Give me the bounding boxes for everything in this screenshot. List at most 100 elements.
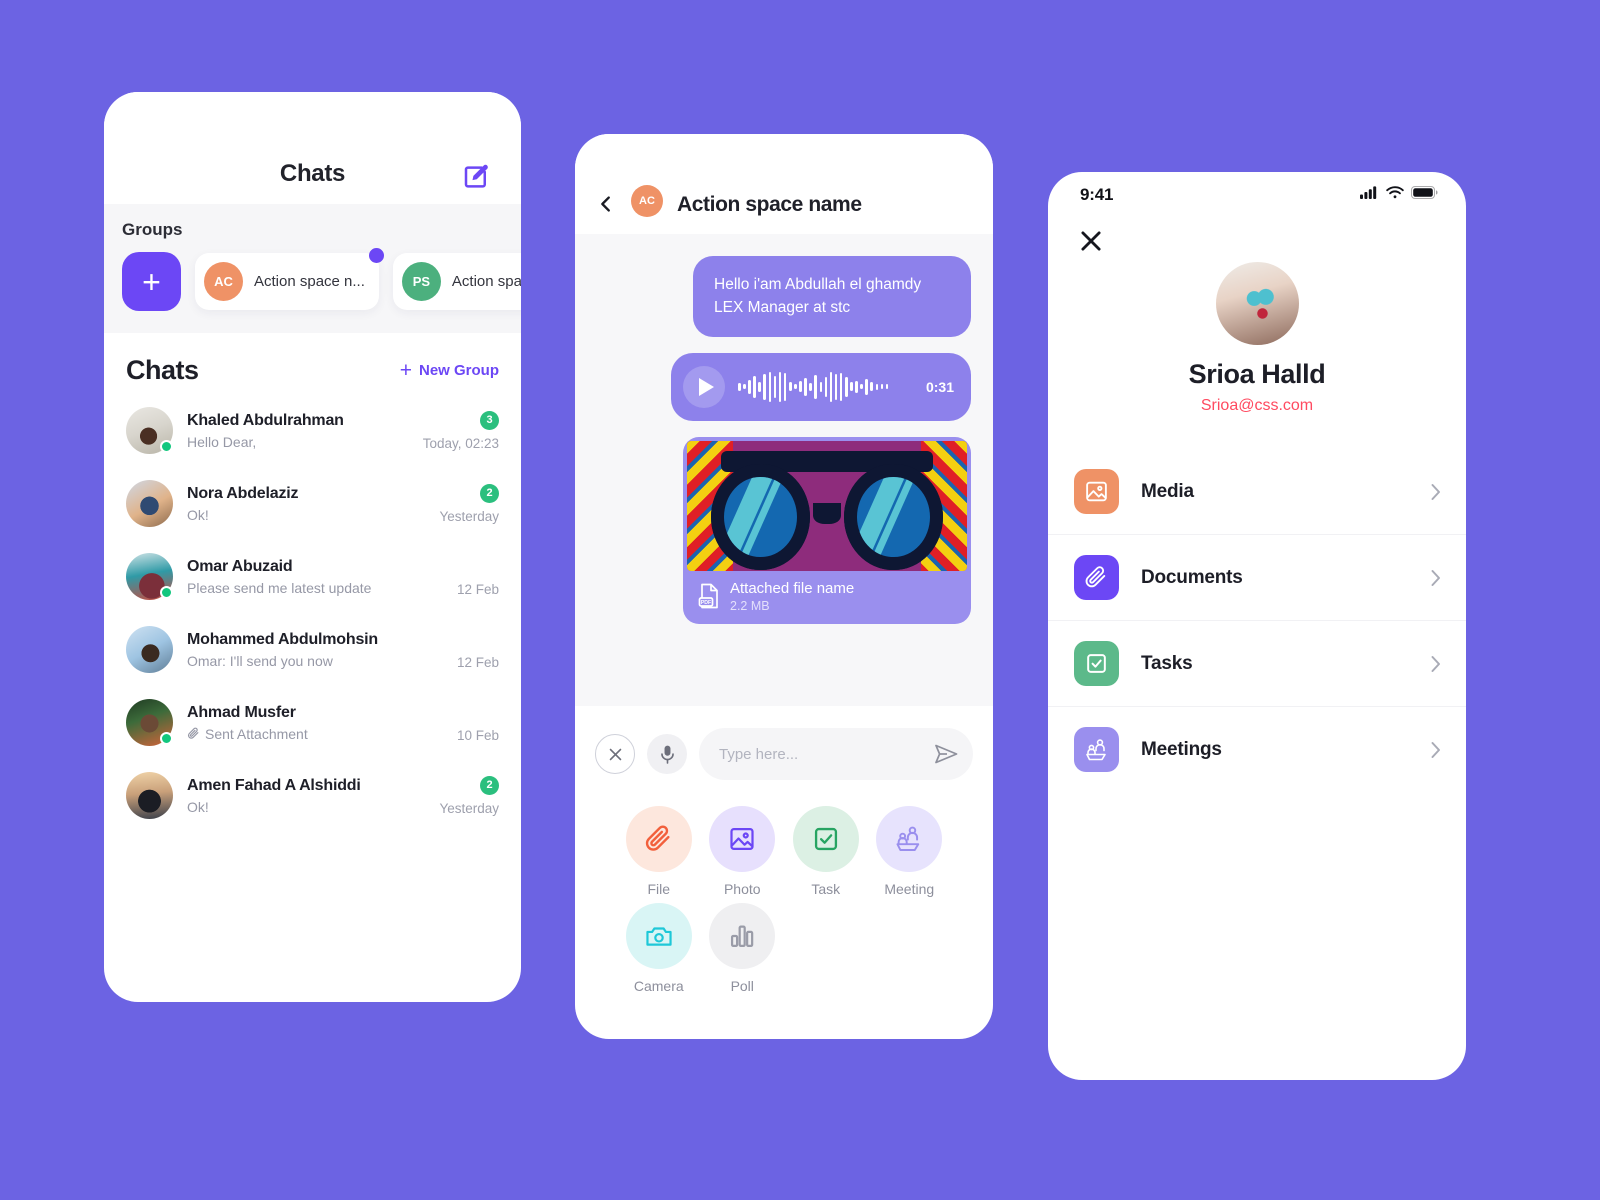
message-input-wrap[interactable] bbox=[699, 728, 973, 780]
chats-section: Chats + New Group Khaled Abdulrahman Hel… bbox=[104, 333, 521, 832]
chats-section-header: Chats + New Group bbox=[126, 355, 499, 386]
image-icon bbox=[709, 806, 776, 872]
paperclip-icon bbox=[187, 727, 200, 740]
profile-item-label: Tasks bbox=[1141, 652, 1193, 674]
unread-badge: 2 bbox=[480, 775, 499, 795]
chat-list-item[interactable]: Mohammed Abdulmohsin Omar: I'll send you… bbox=[126, 613, 499, 686]
quick-action-label: Meeting bbox=[884, 881, 935, 897]
quick-action-poll[interactable]: Poll bbox=[701, 903, 785, 994]
profile-item-media[interactable]: Media bbox=[1048, 449, 1466, 535]
composer: File Photo bbox=[575, 706, 993, 994]
unread-badge-placeholder bbox=[415, 703, 499, 722]
profile-item-meetings[interactable]: Meetings bbox=[1048, 707, 1466, 792]
chat-list-item[interactable]: Omar Abuzaid Please send me latest updat… bbox=[126, 540, 499, 613]
meeting-icon bbox=[1074, 727, 1119, 772]
group-chip[interactable]: PS Action space n bbox=[392, 253, 521, 310]
group-name: Action space n bbox=[451, 273, 521, 290]
avatar bbox=[126, 626, 173, 673]
media-image-icon bbox=[1074, 469, 1119, 514]
groups-section-title: Groups bbox=[122, 220, 183, 239]
chat-list-item[interactable]: Ahmad Musfer Sent Attachment 10 Feb bbox=[126, 686, 499, 759]
waveform bbox=[738, 370, 913, 404]
chat-timestamp: 10 Feb bbox=[456, 727, 499, 743]
compose-edit-icon[interactable] bbox=[461, 162, 491, 192]
profile-email: Srioa@css.com bbox=[1200, 397, 1314, 414]
quick-action-photo[interactable]: Photo bbox=[701, 806, 785, 897]
message-list: Hello i'am Abdullah el ghamdy LEX Manage… bbox=[575, 234, 993, 706]
chats-heading: Chats bbox=[126, 355, 199, 385]
avatar bbox=[126, 699, 173, 746]
message-input[interactable] bbox=[719, 745, 923, 763]
chat-name: Mohammed Abdulmohsin bbox=[187, 630, 378, 648]
message-bubble-text: Hello i'am Abdullah el ghamdy LEX Manage… bbox=[693, 256, 971, 337]
chevron-right-icon bbox=[1430, 568, 1442, 588]
quick-action-label: Poll bbox=[730, 978, 754, 994]
chat-snippet: Ok! bbox=[187, 506, 209, 523]
chat-name: Ahmad Musfer bbox=[187, 703, 296, 721]
conversation-title: Action space name bbox=[677, 193, 862, 216]
chevron-left-icon[interactable] bbox=[595, 193, 617, 215]
quick-action-task[interactable]: Task bbox=[784, 806, 868, 897]
chat-timestamp: 12 Feb bbox=[456, 581, 499, 597]
status-bar: 9:41 bbox=[1048, 172, 1466, 218]
online-status-dot bbox=[160, 732, 173, 745]
new-group-label: New Group bbox=[418, 362, 499, 379]
group-chip[interactable]: AC Action space n... bbox=[195, 248, 384, 310]
profile-item-tasks[interactable]: Tasks bbox=[1048, 621, 1466, 707]
chevron-right-icon bbox=[1430, 482, 1442, 502]
chat-list-item[interactable]: Amen Fahad A Alshiddi Ok! 2 Yesterday bbox=[126, 759, 499, 832]
avatar bbox=[126, 480, 173, 527]
quick-action-file[interactable]: File bbox=[617, 806, 701, 897]
profile-item-label: Documents bbox=[1141, 566, 1243, 588]
chat-timestamp: 12 Feb bbox=[456, 654, 499, 670]
microphone-icon[interactable] bbox=[647, 734, 687, 774]
profile-header: Srioa Halld Srioa@css.com bbox=[1048, 254, 1466, 415]
page-title: Chats bbox=[279, 160, 346, 187]
quick-action-label: File bbox=[647, 881, 671, 897]
file-name: Attached file name bbox=[730, 579, 855, 597]
pdf-file-icon: PDF bbox=[697, 583, 721, 609]
poll-icon bbox=[709, 903, 776, 969]
chevron-right-icon bbox=[1430, 740, 1442, 760]
new-group-button[interactable]: + New Group bbox=[400, 360, 499, 381]
meeting-icon bbox=[876, 806, 943, 872]
svg-text:PDF: PDF bbox=[701, 600, 711, 606]
chat-snippet: Hello Dear, bbox=[187, 433, 257, 450]
quick-action-meeting[interactable]: Meeting bbox=[868, 806, 952, 897]
quick-action-label: Task bbox=[811, 881, 841, 897]
quick-action-camera[interactable]: Camera bbox=[617, 903, 701, 994]
groups-band: Groups + AC Action space n... PS Action … bbox=[104, 204, 521, 333]
send-icon[interactable] bbox=[933, 741, 959, 767]
unread-badge: 3 bbox=[480, 410, 499, 430]
chats-header: Chats bbox=[104, 92, 521, 204]
paperclip-icon bbox=[1074, 555, 1119, 600]
profile-item-documents[interactable]: Documents bbox=[1048, 535, 1466, 621]
chat-list-item[interactable]: Nora Abdelaziz Ok! 2 Yesterday bbox=[126, 467, 499, 540]
profile-item-label: Meetings bbox=[1141, 738, 1222, 760]
close-x-icon[interactable] bbox=[1078, 228, 1104, 254]
chat-list-item[interactable]: Khaled Abdulrahman Hello Dear, 3 Today, … bbox=[126, 394, 499, 467]
message-bubble-file[interactable]: PDF Attached file name 2.2 MB bbox=[683, 436, 971, 624]
close-circle-icon[interactable] bbox=[595, 734, 635, 774]
checkbox-icon bbox=[792, 806, 859, 872]
groups-rail[interactable]: + AC Action space n... PS Action space n bbox=[122, 248, 521, 311]
chats-screen: Chats Groups + AC Action space n... PS A… bbox=[104, 92, 521, 1002]
unread-badge-placeholder bbox=[415, 557, 499, 576]
chat-name: Nora Abdelaziz bbox=[187, 484, 299, 502]
conversation-header: AC Action space name bbox=[575, 134, 993, 234]
add-group-button[interactable]: + bbox=[122, 252, 181, 311]
profile-item-label: Media bbox=[1141, 480, 1194, 502]
avatar bbox=[126, 407, 173, 454]
profile-menu: Media Documents Tasks Meetings bbox=[1048, 449, 1466, 792]
play-icon[interactable] bbox=[683, 365, 725, 408]
chevron-right-icon bbox=[1430, 654, 1442, 674]
battery-full-icon bbox=[1411, 186, 1438, 204]
chat-timestamp: Yesterday bbox=[439, 800, 499, 816]
message-bubble-voice[interactable]: 0:31 bbox=[671, 352, 971, 421]
chat-snippet: Omar: I'll send you now bbox=[187, 652, 333, 669]
quick-action-label: Camera bbox=[633, 978, 684, 994]
group-name: Action space n... bbox=[254, 273, 365, 290]
chat-snippet: Ok! bbox=[187, 798, 209, 815]
camera-icon bbox=[625, 903, 692, 969]
unread-badge-placeholder bbox=[415, 630, 499, 649]
